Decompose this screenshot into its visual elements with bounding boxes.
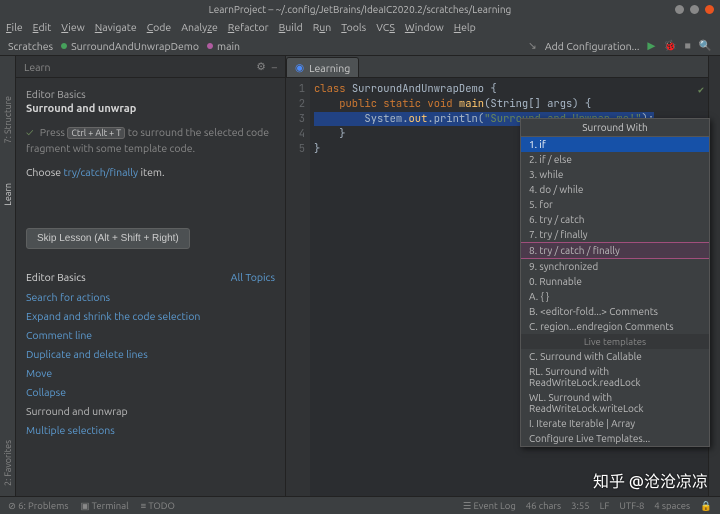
popup-item-dowhile[interactable]: 4. do / while (521, 182, 709, 197)
stop-icon[interactable]: ■ (685, 39, 691, 52)
menu-build[interactable]: Build (279, 21, 303, 33)
left-tool-gutter: 7: Structure Learn 2: Favorites (0, 56, 16, 496)
topic-link[interactable]: Expand and shrink the code selection (26, 310, 275, 322)
learn-panel-title: Learn (24, 61, 51, 73)
breadcrumb: Scratches SurroundAndUnwrapDemo main (8, 40, 520, 52)
menu-help[interactable]: Help (454, 21, 476, 33)
tool-terminal[interactable]: ▣ Terminal (80, 500, 128, 512)
lesson-title: Surround and unwrap (26, 103, 275, 115)
all-topics-link[interactable]: All Topics (231, 271, 275, 283)
inspections-ok-icon[interactable]: ✔ (698, 82, 704, 97)
lesson-step-current: Choose try/catch/finally item. (26, 165, 275, 181)
editor-tabs: ◉ Learning (286, 56, 708, 78)
popup-item-sync[interactable]: 9. synchronized (521, 259, 709, 274)
menu-analyze[interactable]: Analyze (181, 21, 218, 33)
topic-link[interactable]: Search for actions (26, 291, 275, 303)
popup-item-if[interactable]: 1. if (521, 137, 709, 152)
popup-item-iterate[interactable]: I. Iterate Iterable | Array (521, 416, 709, 431)
menu-code[interactable]: Code (147, 21, 172, 33)
popup-item-for[interactable]: 5. for (521, 197, 709, 212)
nav-bar: Scratches SurroundAndUnwrapDemo main ↘ A… (0, 36, 720, 56)
tab-learning[interactable]: ◉ Learning (286, 57, 359, 77)
menu-tools[interactable]: Tools (341, 21, 366, 33)
run-icon[interactable]: ▶ (647, 39, 655, 52)
popup-item-readlock[interactable]: RL. Surround with ReadWriteLock.readLock (521, 364, 709, 390)
popup-item-tryfinally[interactable]: 7. try / finally (521, 227, 709, 242)
popup-item-ifelse[interactable]: 2. if / else (521, 152, 709, 167)
hide-icon[interactable]: – (272, 61, 277, 73)
popup-item-writelock[interactable]: WL. Surround with ReadWriteLock.writeLoc… (521, 390, 709, 416)
tool-favorites[interactable]: 2: Favorites (3, 440, 13, 486)
popup-title: Surround With (521, 119, 709, 137)
menu-run[interactable]: Run (313, 21, 332, 33)
popup-item-trycatchfinally[interactable]: 8. try / catch / finally (521, 242, 709, 259)
popup-item-region[interactable]: C. region...endregion Comments (521, 319, 709, 334)
tool-todo[interactable]: ≡ TODO (141, 500, 175, 512)
topic-link[interactable]: Collapse (26, 386, 275, 398)
menu-navigate[interactable]: Navigate (95, 21, 137, 33)
topic-link[interactable]: Move (26, 367, 275, 379)
menu-vcs[interactable]: VCS (376, 21, 395, 33)
add-configuration[interactable]: Add Configuration... (545, 40, 640, 52)
tool-structure[interactable]: 7: Structure (3, 96, 13, 143)
learn-panel: Learn ⚙ – Editor Basics Surround and unw… (16, 56, 286, 496)
topic-link[interactable]: Multiple selections (26, 424, 275, 436)
crumb-class[interactable]: SurroundAndUnwrapDemo (61, 40, 199, 52)
menu-view[interactable]: View (61, 21, 85, 33)
menu-bar: File Edit View Navigate Code Analyze Ref… (0, 18, 720, 36)
topic-list: Search for actions Expand and shrink the… (26, 291, 275, 436)
status-indent[interactable]: 4 spaces (654, 500, 690, 512)
crumb-method[interactable]: main (207, 40, 240, 52)
menu-window[interactable]: Window (405, 21, 444, 33)
status-caret[interactable]: 3:55 (571, 500, 589, 512)
popup-item-runnable[interactable]: 0. Runnable (521, 274, 709, 289)
crumb-scratches[interactable]: Scratches (8, 40, 53, 52)
skip-lesson-button[interactable]: Skip Lesson (Alt + Shift + Right) (26, 228, 190, 249)
maximize-button[interactable] (690, 5, 699, 14)
event-log[interactable]: ☰ Event Log (463, 500, 516, 512)
status-line-sep[interactable]: LF (600, 500, 610, 512)
window-title: LearnProject – ~/.config/JetBrains/IdeaI… (209, 4, 512, 15)
popup-item-while[interactable]: 3. while (521, 167, 709, 182)
popup-item-trycatch[interactable]: 6. try / catch (521, 212, 709, 227)
menu-file[interactable]: File (6, 21, 23, 33)
popup-item-editorfold[interactable]: B. <editor-fold...> Comments (521, 304, 709, 319)
lesson-step-done: Press Ctrl + Alt + T to surround the sel… (26, 125, 275, 157)
gear-icon[interactable]: ⚙ (256, 60, 265, 73)
popup-separator: Live templates (521, 334, 709, 349)
tool-learn[interactable]: Learn (3, 183, 13, 206)
popup-item-callable[interactable]: C. Surround with Callable (521, 349, 709, 364)
tool-problems[interactable]: ⊘ 6: Problems (8, 500, 68, 512)
status-chars: 46 chars (526, 500, 561, 512)
status-lock-icon[interactable]: 🔒 (700, 500, 712, 512)
search-icon[interactable]: 🔍 (699, 39, 712, 52)
popup-item-braces[interactable]: A. { } (521, 289, 709, 304)
debug-icon[interactable]: 🐞 (664, 39, 677, 52)
build-icon[interactable]: ↘ (528, 39, 537, 52)
popup-item-configure[interactable]: Configure Live Templates... (521, 431, 709, 446)
title-bar: LearnProject – ~/.config/JetBrains/IdeaI… (0, 0, 720, 18)
line-gutter: 12345 (286, 78, 310, 496)
topic-link[interactable]: Surround and unwrap (26, 405, 275, 417)
java-icon: ◉ (295, 61, 304, 74)
window-buttons (675, 5, 714, 14)
status-encoding[interactable]: UTF-8 (619, 500, 644, 512)
section-title: Editor Basics (26, 88, 275, 100)
topic-link[interactable]: Duplicate and delete lines (26, 348, 275, 360)
surround-with-popup: Surround With 1. if 2. if / else 3. whil… (520, 118, 710, 447)
status-bar: ⊘ 6: Problems ▣ Terminal ≡ TODO ☰ Event … (0, 496, 720, 514)
minimize-button[interactable] (675, 5, 684, 14)
close-button[interactable] (705, 5, 714, 14)
menu-edit[interactable]: Edit (33, 21, 52, 33)
topics-heading: Editor Basics (26, 271, 231, 283)
menu-refactor[interactable]: Refactor (228, 21, 269, 33)
topic-link[interactable]: Comment line (26, 329, 275, 341)
